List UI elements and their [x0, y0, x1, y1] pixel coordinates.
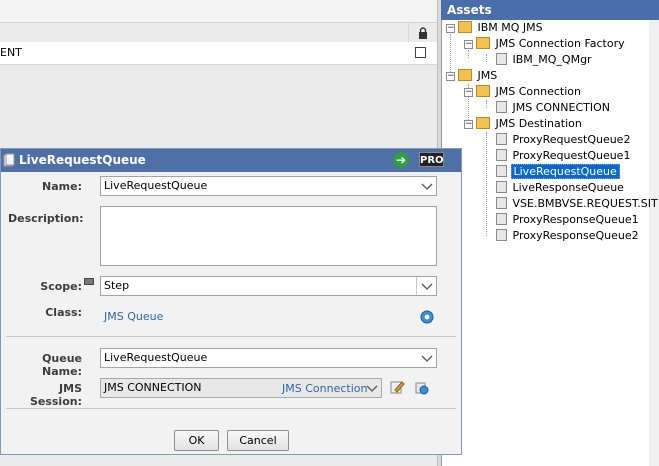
left-toolbar-strip	[0, 0, 437, 23]
tree-node-label: ProxyResponseQueue1	[512, 213, 639, 226]
dialog-title[interactable]: LiveRequestQueue	[1, 149, 461, 172]
tree-node-label: JMS Destination	[495, 117, 582, 130]
name-field[interactable]: LiveRequestQueue	[100, 176, 437, 196]
tree-node-label: IBM MQ JMS	[477, 21, 543, 34]
chevron-down-icon[interactable]	[366, 385, 378, 393]
tree-guide	[486, 100, 487, 108]
tree-guide	[486, 54, 487, 62]
pro-scope-icon	[84, 278, 94, 285]
tree-node[interactable]: LiveResponseQueue	[496, 180, 626, 196]
tree-node-label: ProxyRequestQueue1	[512, 149, 631, 162]
jms-session-type: JMS Connection	[282, 382, 368, 395]
jms-session-label: JMS Session:	[29, 382, 82, 408]
asset-icon	[496, 229, 507, 241]
name-label: Name:	[42, 180, 82, 193]
add-asset-icon[interactable]	[413, 379, 429, 395]
asset-icon	[496, 197, 507, 209]
chevron-down-icon[interactable]	[421, 183, 433, 191]
row-checkbox[interactable]	[415, 47, 426, 58]
collapse-toggle[interactable]: −	[446, 24, 455, 33]
scope-select[interactable]: Step	[100, 276, 437, 296]
asset-icon	[496, 149, 507, 161]
ok-button[interactable]: OK	[174, 430, 219, 451]
collapse-toggle[interactable]: −	[464, 120, 473, 129]
tree-node[interactable]: JMS CONNECTION	[496, 100, 612, 116]
section-divider	[6, 408, 456, 409]
tree-node[interactable]: JMS	[458, 68, 499, 84]
asset-icon	[496, 181, 507, 193]
chevron-down-icon[interactable]	[421, 355, 433, 363]
tree-node-label: LiveResponseQueue	[512, 181, 624, 194]
tree-node[interactable]: IBM_MQ_QMgr	[496, 52, 594, 68]
tree-node-label: ProxyRequestQueue2	[512, 133, 631, 146]
description-field[interactable]	[100, 206, 437, 266]
assets-header: Assets	[441, 0, 659, 20]
collapse-toggle[interactable]: −	[464, 40, 473, 49]
tree-guide	[468, 50, 469, 58]
class-link[interactable]: JMS Queue	[104, 310, 163, 323]
folder-icon	[476, 37, 490, 49]
tree-node[interactable]: IBM MQ JMS	[458, 20, 545, 36]
tree-node-label: JMS Connection	[495, 85, 581, 98]
assets-scrollbar[interactable]	[649, 20, 659, 466]
tree-node[interactable]: ProxyRequestQueue2	[496, 132, 632, 148]
tree-node[interactable]: JMS Connection Factory	[476, 36, 627, 52]
tree-guide	[450, 34, 451, 74]
lock-icon	[419, 27, 427, 39]
folder-icon	[476, 117, 490, 129]
tree-node[interactable]: JMS Destination	[476, 116, 584, 132]
tree-node-label: JMS CONNECTION	[512, 101, 611, 114]
class-label: Class:	[45, 306, 82, 319]
tree-node-label: IBM_MQ_QMgr	[512, 53, 592, 66]
asset-icon	[496, 213, 507, 225]
tree-node[interactable]: ProxyResponseQueue1	[496, 212, 641, 228]
go-arrow-icon[interactable]: ➔	[393, 152, 409, 168]
tree-node[interactable]: ProxyRequestQueue1	[496, 148, 632, 164]
chevron-down-icon[interactable]	[421, 283, 433, 291]
tree-node-selected[interactable]: LiveRequestQueue	[496, 164, 620, 180]
tree-node-label: VSE.BMBVSE.REQUEST.SIT	[512, 197, 658, 210]
collapse-toggle[interactable]: −	[446, 72, 455, 81]
tree-node[interactable]: ProxyResponseQueue2	[496, 228, 641, 244]
table-row[interactable]	[0, 42, 437, 65]
section-divider	[6, 336, 456, 337]
queue-name-label: Queue Name:	[42, 352, 82, 378]
folder-icon	[458, 21, 472, 33]
description-label: Description:	[8, 212, 84, 225]
tree-node-label: ProxyResponseQueue2	[512, 229, 639, 242]
folder-icon	[458, 69, 472, 81]
pro-badge: PRO	[419, 152, 444, 167]
asset-icon	[496, 53, 507, 65]
folder-icon	[476, 85, 490, 97]
cancel-button[interactable]: Cancel	[227, 430, 289, 451]
queue-icon	[3, 153, 15, 167]
queue-name-field[interactable]: LiveRequestQueue	[100, 348, 437, 368]
asset-icon	[496, 101, 507, 113]
tree-guide	[486, 132, 487, 236]
tree-node-label: JMS	[477, 69, 498, 82]
asset-icon	[496, 133, 507, 145]
select-divider	[416, 277, 417, 295]
tree-node-label: LiveRequestQueue	[510, 164, 620, 179]
collapse-toggle[interactable]: −	[464, 88, 473, 97]
asset-icon	[496, 165, 507, 177]
scope-label: Scope:	[40, 280, 82, 293]
row-label: ENT	[0, 46, 22, 59]
gear-icon[interactable]	[419, 309, 435, 325]
edit-icon[interactable]	[389, 379, 405, 395]
tree-node[interactable]: VSE.BMBVSE.REQUEST.SIT	[496, 196, 659, 212]
tree-node-label: JMS Connection Factory	[495, 37, 625, 50]
tree-node[interactable]: JMS Connection	[476, 84, 583, 100]
